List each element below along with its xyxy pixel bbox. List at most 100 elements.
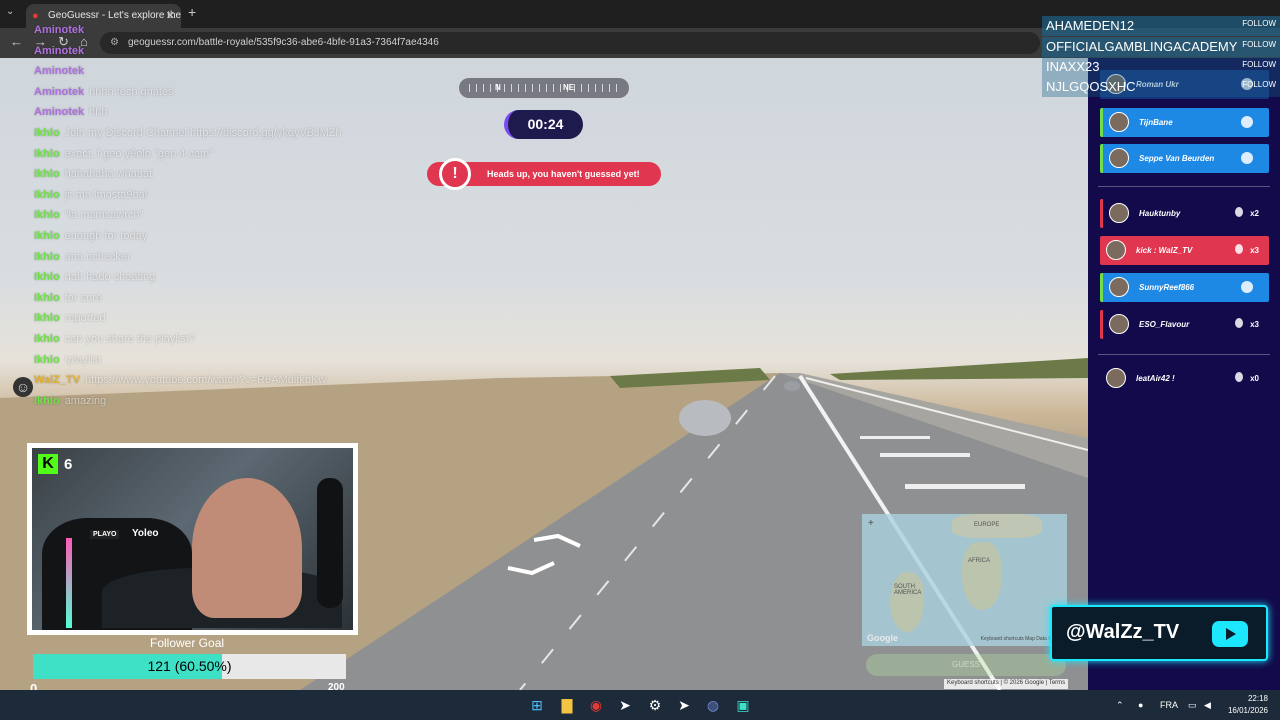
file-explorer-icon[interactable]: ▇ [558, 696, 576, 714]
chat-username[interactable]: Ikhlo [34, 148, 60, 160]
chat-message: Ikhlo can you share the playlist? [34, 333, 195, 349]
network-icon[interactable]: ▭ [1188, 690, 1197, 720]
discord-icon[interactable]: ◍ [704, 696, 722, 714]
warning-icon: ! [439, 158, 471, 190]
chat-text: enough for today [64, 230, 148, 242]
chat-text: for sure [64, 291, 102, 304]
map-expand-icon[interactable]: + [868, 518, 874, 529]
tab-close-icon[interactable]: ✕ [166, 4, 175, 28]
chat-message: Ikhlo Join my Discord Channel https://dis… [34, 127, 342, 143]
streetview-footer[interactable]: Keyboard shortcuts | © 2026 Google | Ter… [944, 679, 1069, 689]
new-tab-icon[interactable]: + [188, 4, 196, 20]
mic-icon[interactable]: ● [1138, 690, 1143, 720]
rgb-light [66, 538, 72, 628]
player-name: TijnBane [1139, 118, 1173, 127]
chat-message: Aminotek [34, 45, 89, 61]
player-name: kick : WalZ_TV [1136, 246, 1193, 255]
chat-text: amazing [64, 394, 107, 407]
guess-map[interactable]: EUROPE AFRICA SOUTH AMERICA + Google Key… [862, 514, 1067, 646]
site-info-icon[interactable]: ⚙ [110, 32, 119, 54]
tab-title: GeoGuessr - Let's explore the w [48, 10, 181, 21]
chat-username[interactable]: Ikhlo [34, 189, 60, 201]
chat-message: Ikhlo hahahaha whaaat [34, 168, 152, 184]
player-multiplier: x3 [1250, 320, 1259, 329]
windows-start-icon[interactable]: ⊞ [528, 696, 546, 714]
tab-search-icon[interactable]: ⌄ [6, 6, 14, 17]
chat-username[interactable]: Aminotek [34, 65, 84, 77]
chat-message: Ikhlo for sure [34, 292, 102, 308]
chat-username[interactable]: Ikhlo [34, 168, 60, 180]
chat-username[interactable]: Ikhlo [34, 292, 60, 304]
player-multiplier: x2 [1250, 209, 1259, 218]
youtube-icon [1212, 621, 1248, 647]
follower-alert: NJLGQOSXHC FOLLOW [1042, 77, 1280, 97]
guess-button[interactable]: GUESS [866, 654, 1066, 676]
tray-chevron-icon[interactable]: ⌃ [1116, 690, 1124, 720]
player-row: kick : WalZ_TV x3 [1100, 236, 1269, 265]
chat-username[interactable]: Ikhlo [34, 230, 60, 242]
chat-username[interactable]: Aminotek [34, 86, 84, 98]
chat-username[interactable]: WalZ_TV [34, 374, 80, 386]
chat-text: ana nchecker [64, 250, 131, 263]
back-icon[interactable]: ← [10, 34, 23, 49]
url-text: geoguessr.com/battle-royale/535f9c36-abe… [128, 37, 439, 48]
follow-label: FOLLOW [1242, 19, 1276, 28]
channel-handle: @WalZz_TV [1066, 621, 1180, 643]
chat-message: Ikhlo nah hado cheating [34, 271, 155, 287]
chat-text: reported [64, 312, 106, 325]
map-google-logo: Google [867, 633, 898, 643]
chat-text: "la mamsawrch" [64, 209, 144, 222]
player-multiplier: x0 [1250, 374, 1259, 383]
player-name: SunnyReef866 [1139, 283, 1195, 292]
webcam-feed: Yoleo PLAYO K 6 [32, 448, 353, 630]
guess-pin-icon [1235, 244, 1243, 254]
app-icon[interactable]: ▣ [734, 696, 752, 714]
map-africa [962, 542, 1002, 610]
emoji-icon[interactable]: ☺ [13, 377, 33, 397]
chat-message: Ikhlo reported [34, 312, 106, 328]
follower-goal-bar: 121 (60.50%) [33, 654, 346, 679]
player-name: ESO_Flavour [1139, 320, 1190, 329]
guess-pin-icon [1235, 372, 1243, 382]
player-row: ESO_Flavour x3 [1100, 310, 1269, 339]
chat-username[interactable]: Ikhlo [34, 127, 60, 139]
chat-username[interactable]: Ikhlo [34, 271, 60, 283]
chat-text: nah hado cheating [64, 271, 156, 284]
chat-text: hhh [89, 106, 108, 119]
player-row: Hauktunby x2 [1100, 199, 1269, 228]
chat-username[interactable]: Aminotek [34, 45, 84, 57]
compass-northeast: NE [563, 83, 575, 92]
chat-message: WalZ_TV https://www.youtube.com/watch?v=R… [34, 374, 326, 390]
chat-username[interactable]: Aminotek [34, 24, 84, 36]
kick-viewer-count: 6 [64, 456, 73, 473]
chat-message: Ikhlo ana nchecker [34, 251, 131, 267]
chat-username[interactable]: Ikhlo [34, 395, 60, 407]
player-name: Hauktunby [1139, 209, 1181, 218]
settings-icon[interactable]: ⚙ [646, 696, 664, 714]
map-south-america [890, 572, 924, 632]
player-avatar [1109, 112, 1129, 132]
chrome-icon[interactable]: ◉ [587, 696, 605, 714]
player-name: Seppe Van Beurden [1139, 154, 1215, 163]
steam-alt-icon[interactable]: ➤ [675, 696, 693, 714]
language-indicator[interactable]: FRA [1160, 690, 1178, 720]
guess-pin-icon [1241, 116, 1253, 128]
clock[interactable]: 22:18 16/01/2026 [1222, 693, 1268, 717]
steam-icon[interactable]: ➤ [616, 696, 634, 714]
chat-username[interactable]: Ikhlo [34, 354, 60, 366]
follower-goal-title: Follower Goal [150, 636, 225, 650]
chat-username[interactable]: Ikhlo [34, 312, 60, 324]
chat-username[interactable]: Ikhlo [34, 333, 60, 345]
panel-divider [1098, 354, 1270, 355]
chat-username[interactable]: Ikhlo [34, 209, 60, 221]
chat-username[interactable]: Aminotek [34, 106, 84, 118]
volume-icon[interactable]: ◀ [1204, 690, 1211, 720]
chat-text: exact. f geo y9olo "gen 4 cam" [64, 147, 214, 160]
follower-name: OFFICIALGAMBLINGACADEMY [1046, 39, 1238, 54]
chat-username[interactable]: Ikhlo [34, 251, 60, 263]
chat-text: hhhh fech ghates [89, 85, 174, 98]
player-avatar [1109, 203, 1129, 223]
screen: ⌄ ● GeoGuessr - Let's explore the w ✕ + … [0, 0, 1280, 720]
player-name: leatAir42 ! [1136, 374, 1175, 383]
url-field[interactable]: ⚙ geoguessr.com/battle-royale/535f9c36-a… [100, 32, 1040, 54]
